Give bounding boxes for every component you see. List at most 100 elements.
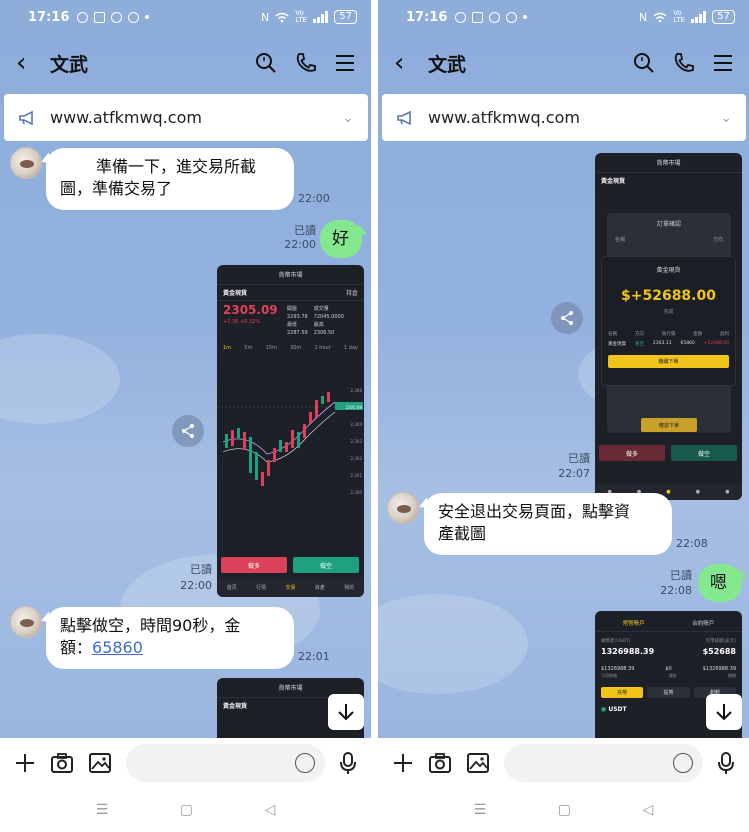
result-title: 黃金現貨 — [656, 267, 681, 274]
menu-icon[interactable] — [713, 54, 733, 72]
long-button: 做多 — [599, 445, 665, 461]
result-card: 黃金現貨 $+52688.00 完成 名稱 方向 執行價 金額 盈利 黃金現貨 … — [601, 256, 736, 386]
announcement-url[interactable]: www.atfkmwq.com — [50, 108, 202, 127]
scroll-to-bottom-button[interactable] — [706, 694, 742, 730]
status-time: 17:16 — [28, 9, 70, 25]
announcement-banner[interactable]: www.atfkmwq.com ⌄ — [4, 94, 368, 141]
nav-dot-icon: ● — [695, 489, 701, 495]
search-icon[interactable] — [633, 52, 655, 74]
stat-label: 最低 — [287, 322, 298, 328]
menu-icon[interactable] — [335, 54, 355, 72]
message-bubble[interactable]: 點擊做空，時間90秒，金 額：65860 — [46, 607, 294, 669]
megaphone-icon — [19, 110, 33, 125]
message-bubble[interactable]: 安全退出交易頁面，點擊資 產截圖 — [424, 493, 672, 555]
table-header: 方向 — [634, 332, 644, 337]
message-bubble-sent[interactable]: 嗯 — [698, 564, 742, 602]
home-icon[interactable]: ▢ — [180, 802, 193, 818]
search-icon[interactable] — [255, 52, 277, 74]
stat-value: 2287.59 — [287, 330, 308, 336]
order-result-screenshot[interactable]: 貨幣市場 黃金現貨 訂單確認 名稱 方向 黃金現貨 $+52688.00 完成 … — [595, 153, 742, 500]
back-nav-icon[interactable]: ◁ — [642, 802, 653, 818]
share-button[interactable] — [551, 302, 583, 334]
message-bubble[interactable]: 準備一下，進交易所截 圖，準備交易了 — [46, 148, 294, 210]
share-icon — [561, 311, 573, 325]
home-icon[interactable]: ▢ — [558, 802, 571, 818]
signal-icon — [313, 11, 329, 23]
table-cell: 黃金現貨 — [608, 342, 626, 347]
y-tick: 2,301 — [350, 473, 362, 478]
avatar[interactable] — [387, 492, 419, 524]
table-header: 金額 — [693, 332, 703, 337]
y-tick: 2,306 — [350, 388, 362, 393]
arrow-down-icon — [716, 704, 732, 721]
share-button[interactable] — [172, 415, 204, 447]
emoji-icon[interactable] — [295, 753, 315, 773]
chat-area[interactable]: ‹ 文武 www.atfkmwq.com ⌄ 準備一下，進交易所截 圖，準備交易… — [0, 34, 371, 738]
notification-icons — [77, 11, 150, 23]
message-input[interactable] — [126, 744, 325, 782]
candlestick-chart: 2,306 2305.09 2,304 2,303 2,302 2,301 2,… — [217, 382, 364, 532]
nav-item: 交易 — [285, 584, 296, 591]
long-button: 做多 — [221, 557, 287, 573]
image-icon[interactable] — [466, 752, 490, 774]
chat-area[interactable]: ‹ 文武 www.atfkmwq.com ⌄ 貨幣市場 黃金現貨 訂單確認 名稱… — [378, 34, 749, 738]
modal-title: 訂單確認 — [656, 221, 681, 228]
result-table-header: 名稱 方向 執行價 金額 盈利 — [602, 315, 735, 339]
result-sub: 完成 — [663, 309, 674, 315]
table-header: 名稱 — [608, 332, 617, 337]
announcement-url[interactable]: www.atfkmwq.com — [428, 108, 580, 127]
stat-label: 成交量 — [313, 306, 329, 312]
timeframe-tab: 1m — [223, 345, 232, 351]
table-cell: +52688.00 — [703, 341, 729, 346]
timeframe-tab: 1 day — [344, 345, 358, 351]
camera-icon[interactable] — [50, 752, 74, 774]
back-button[interactable]: ‹ — [394, 48, 424, 78]
nav-dot-icon: ● — [725, 489, 730, 495]
bag-icon — [472, 11, 484, 23]
recent-apps-icon[interactable]: ☰ — [474, 802, 487, 818]
message-text-line: 安全退出交易頁面，點擊資 — [438, 502, 631, 521]
recent-apps-icon[interactable]: ☰ — [96, 802, 109, 818]
asset-sub-label: 凍結 — [668, 673, 677, 678]
announcement-banner[interactable]: www.atfkmwq.com ⌄ — [382, 94, 746, 141]
asset-sub-label: 可用餘額 — [601, 673, 617, 678]
amount-link[interactable]: 65860 — [92, 638, 143, 657]
plus-icon[interactable] — [392, 752, 414, 774]
message-bubble-sent[interactable]: 好 — [320, 220, 362, 258]
result-table-row: 黃金現貨 看空 2303.13 65860 +52688.00 — [602, 339, 735, 349]
scroll-to-bottom-button[interactable] — [328, 694, 364, 730]
message-input[interactable] — [504, 744, 703, 782]
modal-columns: 名稱 方向 — [607, 234, 731, 245]
chevron-down-icon[interactable]: ⌄ — [342, 110, 354, 126]
back-button[interactable]: ‹ — [16, 48, 46, 78]
phone-call-icon[interactable] — [295, 52, 317, 74]
phone-right: 17:16 N Vo LTE 57 ‹ 文武 www.atfkmwq.com ⌄… — [378, 0, 749, 832]
nfc-icon: N — [261, 10, 270, 24]
screenshot-asset: 黃金現貨 — [223, 703, 248, 710]
image-icon[interactable] — [88, 752, 112, 774]
nav-dot-icon: ● — [666, 489, 671, 495]
nav-item: 首頁 — [226, 584, 237, 591]
camera-icon[interactable] — [428, 752, 452, 774]
emoji-icon[interactable] — [673, 753, 693, 773]
message-time: 22:00 — [284, 238, 316, 251]
deposit-button: 充幣 — [601, 687, 644, 698]
chevron-down-icon[interactable]: ⌄ — [720, 110, 732, 126]
share-icon — [182, 424, 194, 438]
screenshot-fav: 持倉 — [345, 290, 358, 297]
avatar[interactable] — [10, 606, 42, 638]
back-nav-icon[interactable]: ◁ — [264, 802, 275, 818]
header-actions — [633, 52, 733, 74]
input-bar — [378, 738, 749, 788]
phone-call-icon[interactable] — [673, 52, 695, 74]
arrow-down-icon — [338, 704, 354, 721]
microphone-icon[interactable] — [717, 751, 735, 775]
continue-order-button: 繼續下單 — [608, 355, 729, 368]
plus-icon[interactable] — [14, 752, 36, 774]
status-right: N Vo LTE 57 — [639, 10, 735, 24]
microphone-icon[interactable] — [339, 751, 357, 775]
line-icon — [128, 11, 140, 23]
avatar[interactable] — [10, 147, 42, 179]
trading-screenshot[interactable]: 貨幣市場 黃金現貨 持倉 2305.09 +7.36 +0.32% 開盤 229… — [217, 265, 364, 597]
contact-name: 文武 — [428, 53, 467, 76]
